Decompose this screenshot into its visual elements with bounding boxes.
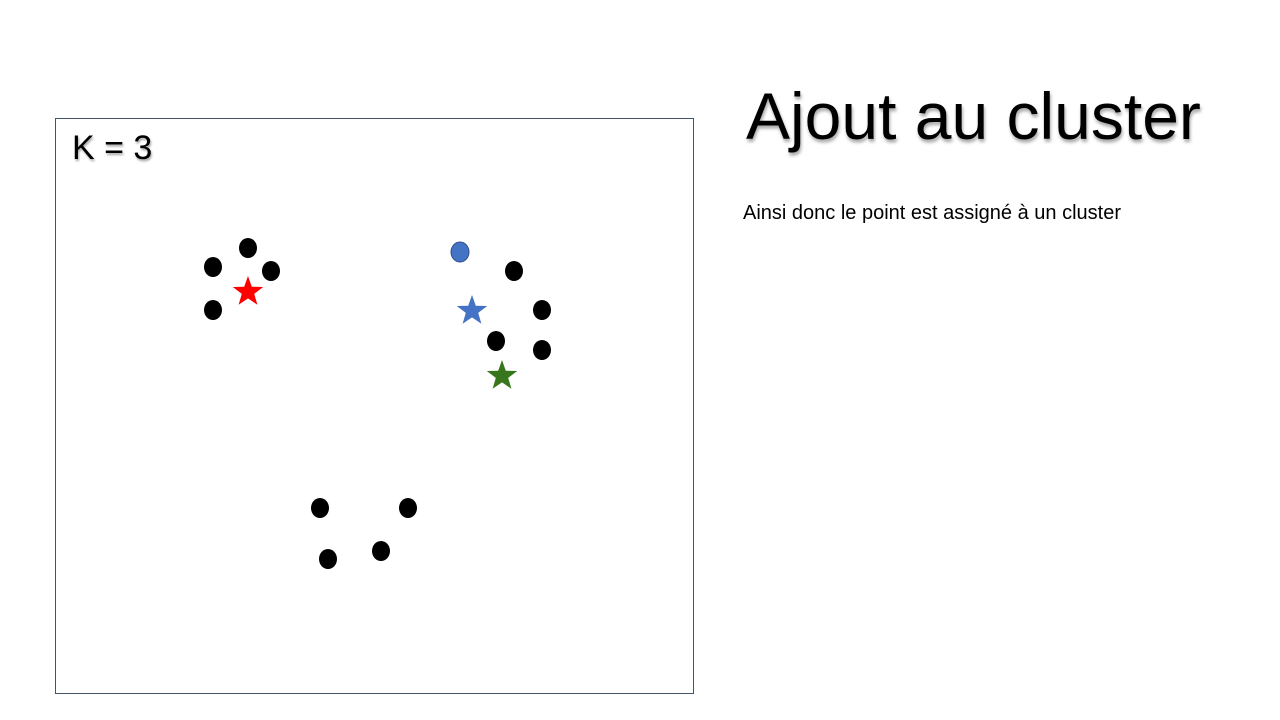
data-point <box>239 238 257 258</box>
centroid-red-star-icon <box>232 276 264 305</box>
data-point <box>487 331 505 351</box>
data-point <box>311 498 329 518</box>
data-point <box>204 300 222 320</box>
data-point <box>533 300 551 320</box>
new-data-point <box>450 241 470 263</box>
data-point <box>372 541 390 561</box>
data-point <box>533 340 551 360</box>
data-point <box>399 498 417 518</box>
slide-title: Ajout au cluster <box>746 79 1201 153</box>
data-point <box>505 261 523 281</box>
centroid-blue-star-icon <box>456 295 488 324</box>
data-point <box>262 261 280 281</box>
data-point <box>204 257 222 277</box>
centroid-green-star-icon <box>486 360 518 389</box>
scatter-plot <box>204 238 551 569</box>
slide-subtitle: Ainsi donc le point est assigné à un clu… <box>743 202 1121 224</box>
data-point <box>319 549 337 569</box>
scatter-panel: K = 3 <box>55 118 694 694</box>
